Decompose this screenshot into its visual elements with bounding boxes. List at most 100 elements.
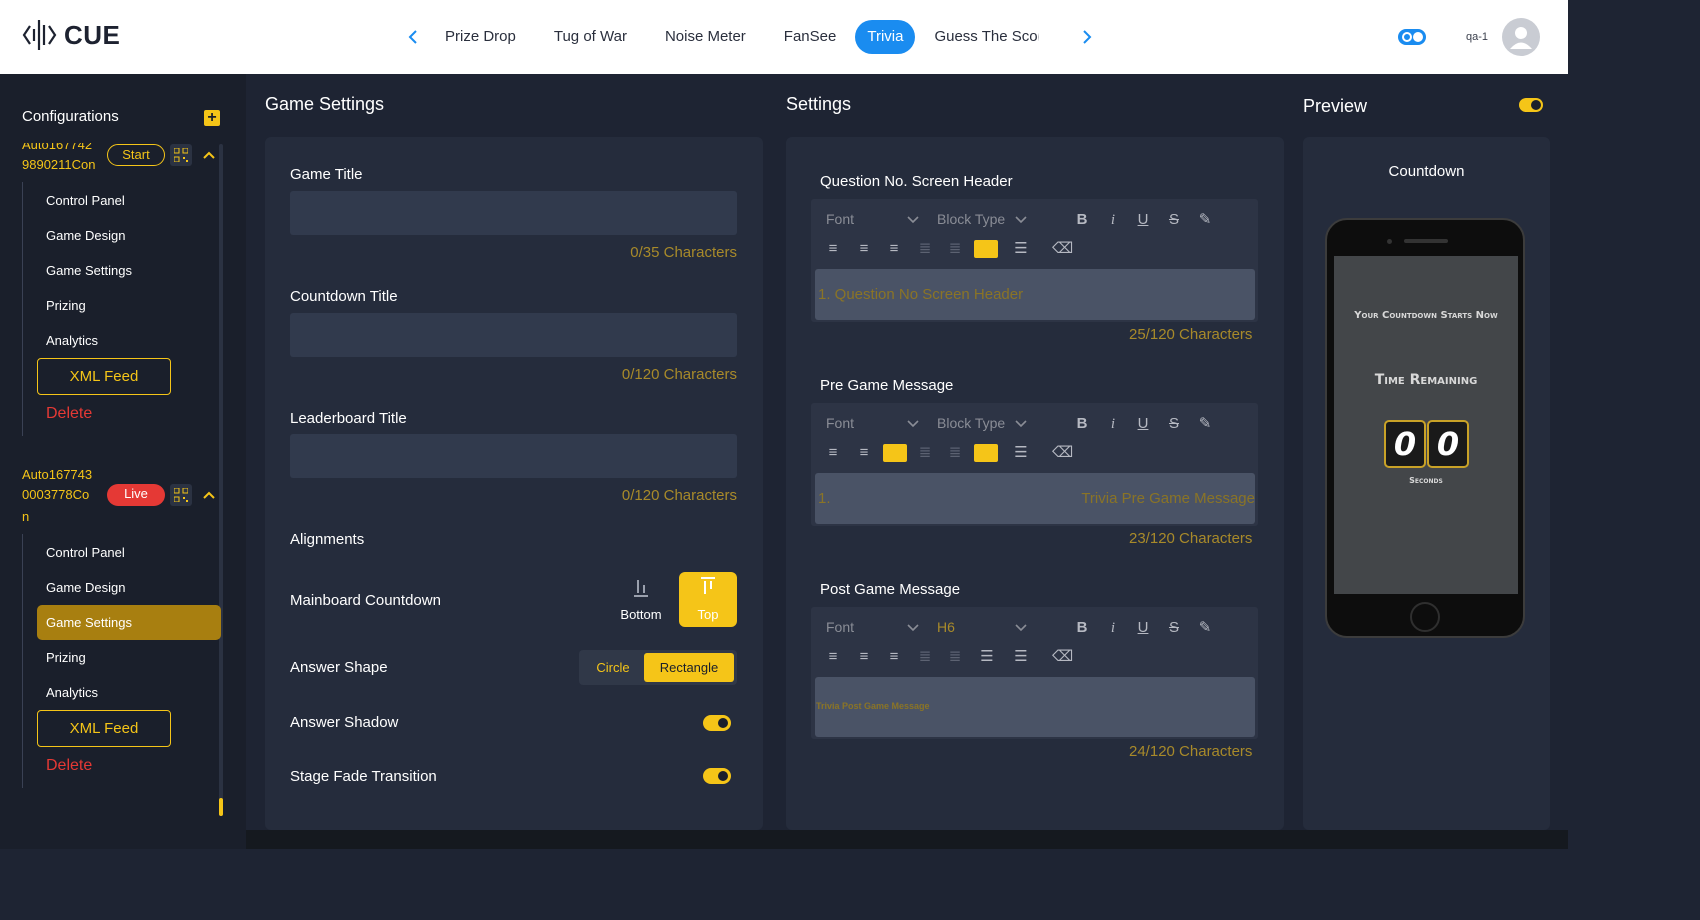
config-1-xml-feed-button[interactable]: XML Feed <box>37 358 171 395</box>
align-top-button[interactable]: Top <box>679 572 737 627</box>
config-1-control-panel[interactable]: Control Panel <box>46 193 125 208</box>
font-select[interactable]: Font <box>826 211 854 227</box>
config-1-prizing[interactable]: Prizing <box>46 298 86 313</box>
config-2-prizing[interactable]: Prizing <box>46 650 86 665</box>
outdent-icon[interactable]: ≣ <box>916 444 934 462</box>
outdent-icon[interactable]: ≣ <box>916 240 934 258</box>
highlight-icon[interactable]: ✎ <box>1196 415 1214 433</box>
strikethrough-icon[interactable]: S <box>1165 415 1183 433</box>
align-left-icon[interactable]: ≡ <box>824 648 842 666</box>
config-2-name-line3[interactable]: n <box>22 507 29 527</box>
align-right-icon[interactable]: ≡ <box>885 648 903 666</box>
tab-guess-the-score[interactable]: Guess The Score <box>915 20 1039 54</box>
block-type-select[interactable]: Block Type <box>937 211 1005 227</box>
underline-icon[interactable]: U <box>1134 211 1152 229</box>
config-2-game-design[interactable]: Game Design <box>46 580 125 595</box>
post-game-message-content[interactable]: Trivia Post Game Message <box>815 677 1255 737</box>
answer-shadow-toggle[interactable] <box>703 715 731 731</box>
bullet-list-icon[interactable]: ☰ <box>1012 240 1030 258</box>
underline-icon[interactable]: U <box>1134 415 1152 433</box>
strikethrough-icon[interactable]: S <box>1165 211 1183 229</box>
indent-icon[interactable]: ≣ <box>946 648 964 666</box>
sidebar-scrollbar[interactable] <box>219 144 223 816</box>
font-select[interactable]: Font <box>826 619 854 635</box>
underline-icon[interactable]: U <box>1134 619 1152 637</box>
question-header-content[interactable]: 1. Question No Screen Header <box>815 269 1255 320</box>
bullet-list-icon[interactable]: ☰ <box>1012 648 1030 666</box>
highlight-icon[interactable]: ✎ <box>1196 211 1214 229</box>
avatar[interactable] <box>1502 18 1540 56</box>
add-configuration-button[interactable]: + <box>204 110 220 126</box>
align-bottom-button[interactable]: Bottom <box>612 572 670 627</box>
align-bottom-label: Bottom <box>620 607 662 622</box>
shape-rectangle-option[interactable]: Rectangle <box>644 653 734 682</box>
config-1-delete-button[interactable]: Delete <box>46 405 92 423</box>
block-type-select[interactable]: Block Type <box>937 415 1005 431</box>
sidebar-scroll-thumb[interactable] <box>219 798 223 816</box>
theme-toggle[interactable] <box>1397 29 1426 45</box>
pre-game-message-content[interactable]: 1. Trivia Pre Game Message <box>815 473 1255 524</box>
chevron-down-icon <box>1015 624 1027 632</box>
config-2-analytics[interactable]: Analytics <box>46 685 98 700</box>
brand-logo[interactable]: CUE <box>22 18 120 52</box>
leaderboard-title-input[interactable] <box>290 434 737 478</box>
italic-icon[interactable]: i <box>1104 211 1122 229</box>
config-2-name-line1[interactable]: Auto167743 <box>22 465 92 485</box>
bullet-list-icon[interactable]: ☰ <box>1012 444 1030 462</box>
font-select[interactable]: Font <box>826 415 854 431</box>
bold-icon[interactable]: B <box>1073 211 1091 229</box>
bold-icon[interactable]: B <box>1073 415 1091 433</box>
countdown-title-input[interactable] <box>290 313 737 357</box>
italic-icon[interactable]: i <box>1104 415 1122 433</box>
config-2-xml-feed-button[interactable]: XML Feed <box>37 710 171 747</box>
config-2-game-settings[interactable]: Game Settings <box>37 605 221 640</box>
config-1-game-settings[interactable]: Game Settings <box>46 263 132 278</box>
align-center-icon[interactable]: ≡ <box>855 240 873 258</box>
config-2-control-panel[interactable]: Control Panel <box>46 545 125 560</box>
tab-prize-drop[interactable]: Prize Drop <box>426 20 535 54</box>
ordered-list-icon[interactable] <box>974 444 998 462</box>
highlight-icon[interactable]: ✎ <box>1196 619 1214 637</box>
preview-toggle[interactable] <box>1519 98 1543 112</box>
config-1-game-design[interactable]: Game Design <box>46 228 125 243</box>
align-left-icon[interactable]: ≡ <box>824 240 842 258</box>
chevron-up-icon[interactable] <box>202 148 216 162</box>
tab-tug-of-war[interactable]: Tug of War <box>535 20 646 54</box>
eraser-icon[interactable]: ⌫ <box>1052 444 1073 462</box>
tabs-next-button[interactable] <box>1074 19 1100 55</box>
indent-icon[interactable]: ≣ <box>946 240 964 258</box>
tab-noise-meter[interactable]: Noise Meter <box>646 20 765 54</box>
block-type-select[interactable]: H6 <box>937 619 955 635</box>
config-2-live-badge[interactable]: Live <box>107 484 165 506</box>
config-2-delete-button[interactable]: Delete <box>46 757 92 775</box>
stage-fade-toggle[interactable] <box>703 768 731 784</box>
config-2-name-line2[interactable]: 0003778Co <box>22 485 89 505</box>
ordered-list-icon[interactable]: ☰ <box>978 648 996 666</box>
align-right-icon[interactable] <box>883 444 907 462</box>
bold-icon[interactable]: B <box>1073 619 1091 637</box>
tabs-prev-button[interactable] <box>400 19 426 55</box>
qr-code-icon[interactable] <box>170 144 192 166</box>
chevron-down-icon <box>907 420 919 428</box>
game-title-input[interactable] <box>290 191 737 235</box>
align-center-icon[interactable]: ≡ <box>855 444 873 462</box>
eraser-icon[interactable]: ⌫ <box>1052 648 1073 666</box>
italic-icon[interactable]: i <box>1104 619 1122 637</box>
config-1-start-button[interactable]: Start <box>107 144 165 166</box>
qr-code-icon[interactable] <box>170 484 192 506</box>
config-1-analytics[interactable]: Analytics <box>46 333 98 348</box>
ordered-list-icon[interactable] <box>974 240 998 258</box>
config-1-name-line1[interactable]: Auto167742 <box>22 143 92 155</box>
tab-trivia[interactable]: Trivia <box>855 20 916 54</box>
align-right-icon[interactable]: ≡ <box>885 240 903 258</box>
config-1-name-line2[interactable]: 9890211Con <box>22 155 96 175</box>
align-left-icon[interactable]: ≡ <box>824 444 842 462</box>
tab-fansee[interactable]: FanSee <box>765 20 856 54</box>
strikethrough-icon[interactable]: S <box>1165 619 1183 637</box>
eraser-icon[interactable]: ⌫ <box>1052 240 1073 258</box>
indent-icon[interactable]: ≣ <box>946 444 964 462</box>
outdent-icon[interactable]: ≣ <box>916 648 934 666</box>
shape-circle-option[interactable]: Circle <box>579 650 647 685</box>
align-center-icon[interactable]: ≡ <box>855 648 873 666</box>
chevron-up-icon[interactable] <box>202 488 216 502</box>
